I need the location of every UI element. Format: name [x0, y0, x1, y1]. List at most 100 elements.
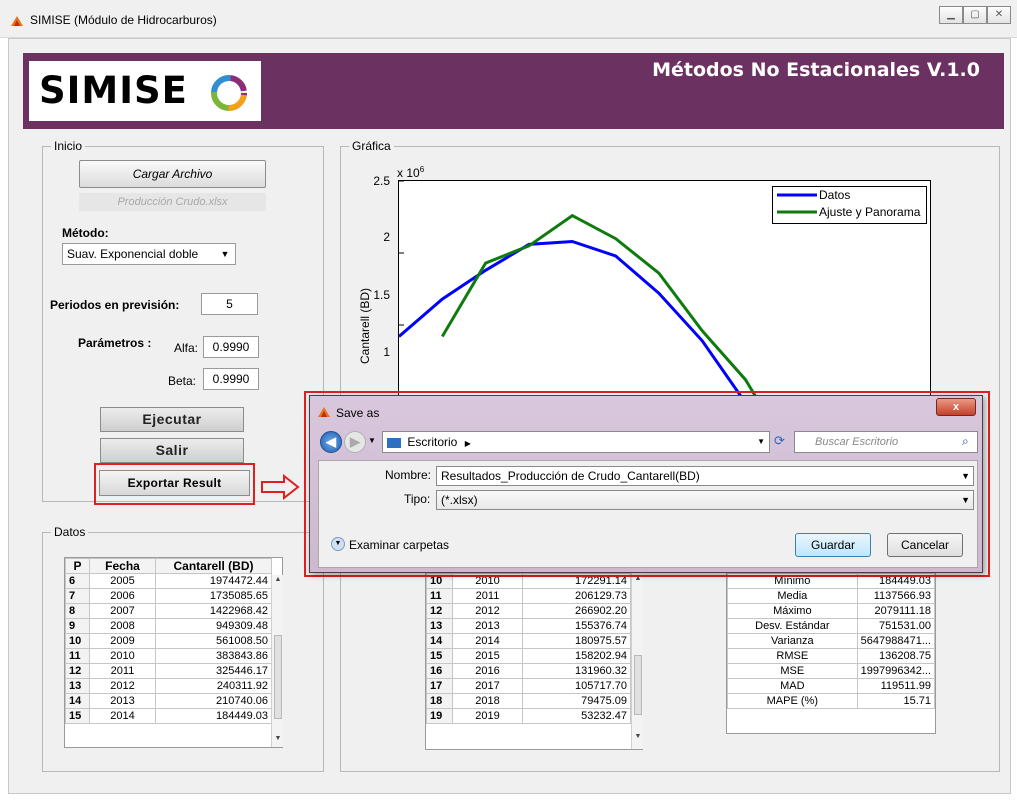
table-cell[interactable]: Varianza: [727, 633, 858, 649]
table-cell[interactable]: 13: [426, 618, 453, 634]
table-row[interactable]: 19 2019 53232.47: [426, 708, 631, 724]
table-cell[interactable]: 158202.94: [522, 648, 631, 664]
table-cell[interactable]: 383843.86: [155, 648, 272, 664]
table-cell[interactable]: 10: [65, 633, 90, 649]
search-input[interactable]: Buscar Escritorio: [794, 431, 978, 453]
table-cell[interactable]: 17: [426, 678, 453, 694]
scroll-down-icon[interactable]: ▼: [272, 735, 284, 742]
table-row[interactable]: 14 2014 180975.57: [426, 633, 631, 649]
browse-folders-link[interactable]: Examinar carpetas: [349, 538, 449, 552]
table-cell[interactable]: 2018: [452, 693, 523, 709]
table-cell[interactable]: 325446.17: [155, 663, 272, 679]
table-cell[interactable]: 12: [426, 603, 453, 619]
table-cell[interactable]: 2013: [452, 618, 523, 634]
export-results-button[interactable]: Exportar Result: [99, 470, 250, 496]
table-cell[interactable]: 9: [65, 618, 90, 634]
table-cell[interactable]: Desv. Estándar: [727, 618, 858, 634]
table-row[interactable]: 17 2017 105717.70: [426, 678, 631, 694]
column-header[interactable]: Fecha: [89, 558, 156, 574]
table-cell[interactable]: 2014: [89, 708, 156, 724]
table-cell[interactable]: 1735085.65: [155, 588, 272, 604]
method-select[interactable]: Suav. Exponencial doble ▼: [62, 243, 236, 265]
table-cell[interactable]: 15: [65, 708, 90, 724]
table-cell[interactable]: 1137566.93: [856, 588, 936, 604]
table-row[interactable]: 12 2011 325446.17: [65, 663, 272, 679]
cancel-button[interactable]: Cancelar: [887, 533, 963, 557]
table-cell[interactable]: 2011: [89, 663, 156, 679]
table-cell[interactable]: 240311.92: [155, 678, 272, 694]
table-cell[interactable]: 2012: [89, 678, 156, 694]
table-cell[interactable]: 1997996342...: [856, 663, 936, 679]
table-row[interactable]: 12 2012 266902.20: [426, 603, 631, 619]
forward-arrow-icon[interactable]: ▶: [344, 431, 366, 453]
datos-scrollbar[interactable]: ▲ ▼: [271, 575, 283, 747]
refresh-icon[interactable]: ⟳: [774, 433, 785, 449]
table-row[interactable]: 6 2005 1974472.44: [65, 573, 272, 589]
table-row[interactable]: 13 2013 155376.74: [426, 618, 631, 634]
table-row[interactable]: 10 2009 561008.50: [65, 633, 272, 649]
close-button[interactable]: ✕: [987, 6, 1011, 24]
back-arrow-icon[interactable]: ◀: [320, 431, 342, 453]
table-cell[interactable]: MSE: [727, 663, 858, 679]
expand-folders-icon[interactable]: ▼: [331, 537, 345, 551]
table-cell[interactable]: 2005: [89, 573, 156, 589]
column-header[interactable]: Cantarell (BD): [155, 558, 272, 574]
table-cell[interactable]: 15: [426, 648, 453, 664]
table-cell[interactable]: RMSE: [727, 648, 858, 664]
table-cell[interactable]: 2016: [452, 663, 523, 679]
table-cell[interactable]: 2013: [89, 693, 156, 709]
table-cell[interactable]: 1974472.44: [155, 573, 272, 589]
table-cell[interactable]: 206129.73: [522, 588, 631, 604]
breadcrumb-location[interactable]: Escritorio: [407, 435, 457, 449]
history-dropdown-icon[interactable]: ▼: [368, 436, 376, 445]
scroll-down-icon[interactable]: ▼: [632, 733, 644, 740]
table-cell[interactable]: 184449.03: [155, 708, 272, 724]
table-cell[interactable]: 6: [65, 573, 90, 589]
table-row[interactable]: 13 2012 240311.92: [65, 678, 272, 694]
table-cell[interactable]: 14: [426, 633, 453, 649]
table-row[interactable]: RMSE 136208.75: [727, 648, 936, 664]
table-cell[interactable]: 136208.75: [856, 648, 936, 664]
table-row[interactable]: 11 2011 206129.73: [426, 588, 631, 604]
filename-input[interactable]: Resultados_Producción de Crudo_Cantarell…: [436, 466, 974, 486]
table-cell[interactable]: 8: [65, 603, 90, 619]
table-cell[interactable]: MAD: [727, 678, 858, 694]
table-cell[interactable]: 19: [426, 708, 453, 724]
table-cell[interactable]: 561008.50: [155, 633, 272, 649]
table-row[interactable]: 15 2014 184449.03: [65, 708, 272, 724]
table-row[interactable]: Varianza 5647988471...: [727, 633, 936, 649]
table-cell[interactable]: 119511.99: [856, 678, 936, 694]
table-row[interactable]: Máximo 2079111.18: [727, 603, 936, 619]
table-row[interactable]: MSE 1997996342...: [727, 663, 936, 679]
table-cell[interactable]: 79475.09: [522, 693, 631, 709]
table-cell[interactable]: 2017: [452, 678, 523, 694]
alfa-input[interactable]: 0.9990: [203, 336, 259, 358]
dialog-close-button[interactable]: x: [936, 398, 976, 416]
table-cell[interactable]: 11: [426, 588, 453, 604]
chevron-down-icon[interactable]: ▼: [961, 467, 970, 485]
table-cell[interactable]: MAPE (%): [727, 693, 858, 709]
table-row[interactable]: 7 2006 1735085.65: [65, 588, 272, 604]
table-cell[interactable]: 2014: [452, 633, 523, 649]
filetype-select[interactable]: (*.xlsx) ▼: [436, 490, 974, 510]
table-cell[interactable]: 2015: [452, 648, 523, 664]
chevron-right-icon[interactable]: ▶: [465, 439, 471, 448]
beta-input[interactable]: 0.9990: [203, 368, 259, 390]
table-cell[interactable]: 2019: [452, 708, 523, 724]
table-row[interactable]: 15 2015 158202.94: [426, 648, 631, 664]
table-row[interactable]: 8 2007 1422968.42: [65, 603, 272, 619]
table-cell[interactable]: 12: [65, 663, 90, 679]
table-cell[interactable]: 949309.48: [155, 618, 272, 634]
table-cell[interactable]: 11: [65, 648, 90, 664]
table-cell[interactable]: 2008: [89, 618, 156, 634]
table-cell[interactable]: 2009: [89, 633, 156, 649]
maximize-button[interactable]: ▢: [963, 6, 987, 24]
forecast-scrollbar[interactable]: ▲ ▼: [631, 573, 643, 749]
table-cell[interactable]: Media: [727, 588, 858, 604]
table-cell[interactable]: 18: [426, 693, 453, 709]
chevron-down-icon[interactable]: ▼: [961, 491, 970, 509]
table-row[interactable]: 14 2013 210740.06: [65, 693, 272, 709]
table-cell[interactable]: 105717.70: [522, 678, 631, 694]
scroll-thumb[interactable]: [274, 635, 282, 719]
load-file-button[interactable]: Cargar Archivo: [79, 160, 266, 188]
